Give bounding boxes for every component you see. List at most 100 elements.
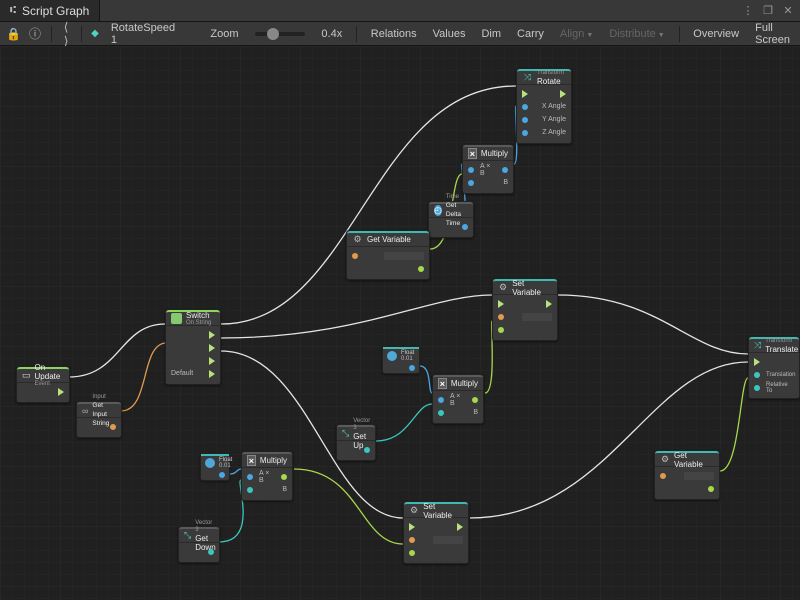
variable-field[interactable] <box>433 536 463 544</box>
out-port[interactable] <box>472 397 478 403</box>
chevron-down-icon: ▼ <box>586 32 593 39</box>
case-out-port[interactable] <box>209 357 215 365</box>
input-port[interactable] <box>522 130 528 136</box>
align-menu[interactable]: Align▼ <box>556 28 597 40</box>
input-port[interactable] <box>754 385 760 391</box>
node-float-literal[interactable]: Float 0.01 <box>382 346 420 374</box>
out-port[interactable] <box>219 472 225 478</box>
b-in-port[interactable] <box>468 180 474 186</box>
case-out-port[interactable] <box>209 331 215 339</box>
dim-toggle[interactable]: Dim <box>477 28 505 40</box>
node-title: Multiply <box>260 456 287 465</box>
value-out-port[interactable] <box>418 266 424 272</box>
case-out-port[interactable] <box>209 344 215 352</box>
node-get-variable[interactable]: ⚙ Get Variable <box>654 450 720 500</box>
value-in-port[interactable] <box>409 550 415 556</box>
value-in-port[interactable] <box>498 327 504 333</box>
node-transform-rotate[interactable]: ⤨ Transform Rotate X Angle Y Angle Z Ang… <box>516 68 572 144</box>
flow-out-port[interactable] <box>546 300 552 308</box>
tab-title: Script Graph <box>22 4 89 18</box>
multiply-icon: × <box>468 148 477 159</box>
event-icon: ▭ <box>22 370 31 381</box>
b-in-port[interactable] <box>438 410 444 416</box>
a-in-port[interactable] <box>438 397 444 403</box>
node-vector3-get-up[interactable]: ⤡ Vector 3 Get Up <box>336 424 376 461</box>
input-port[interactable] <box>522 104 528 110</box>
out-port[interactable] <box>502 167 508 173</box>
variable-field[interactable] <box>522 313 552 321</box>
close-button[interactable]: ✕ <box>780 4 796 17</box>
flow-out-port[interactable] <box>58 388 64 396</box>
a-in-port[interactable] <box>247 474 253 480</box>
string-out-port[interactable] <box>110 424 116 430</box>
node-float-literal[interactable]: Float 0.01 <box>200 453 230 481</box>
frame-all-icon[interactable]: ⟨ ⟩ <box>62 20 71 48</box>
overview-button[interactable]: Overview <box>689 28 743 40</box>
zoom-slider[interactable] <box>255 32 306 36</box>
node-switch-on-string[interactable]: Switch On String Default <box>165 309 221 385</box>
carry-toggle[interactable]: Carry <box>513 28 548 40</box>
float-icon <box>387 351 397 361</box>
a-in-port[interactable] <box>468 167 474 173</box>
name-in-port[interactable] <box>660 473 666 479</box>
variable-field[interactable] <box>384 252 424 260</box>
node-title: Set Variable <box>512 279 552 297</box>
info-icon[interactable]: ⓘ <box>29 25 41 42</box>
tab-bar: ⑆ Script Graph ⋮ ❐ ✕ <box>0 0 800 22</box>
flow-in-port[interactable] <box>409 523 415 531</box>
node-title: Set Variable <box>423 502 463 520</box>
distribute-menu[interactable]: Distribute▼ <box>605 28 668 40</box>
out-port[interactable] <box>208 549 214 555</box>
name-in-port[interactable] <box>409 537 415 543</box>
breadcrumb[interactable]: RotateSpeed 1 <box>107 22 179 46</box>
lock-icon[interactable]: 🔒 <box>6 27 21 41</box>
node-kicker: Transform <box>765 338 798 345</box>
b-in-port[interactable] <box>247 487 253 493</box>
node-transform-translate[interactable]: ⤨ Transform Translate Translation Relati… <box>748 336 800 399</box>
default-out-port[interactable] <box>209 370 215 378</box>
multiply-icon: × <box>438 378 447 389</box>
flow-in-port[interactable] <box>522 90 528 98</box>
node-set-variable[interactable]: ⚙ Set Variable <box>403 501 469 564</box>
node-set-variable[interactable]: ⚙ Set Variable <box>492 278 558 341</box>
zoom-thumb[interactable] <box>267 28 279 40</box>
out-port[interactable] <box>462 224 468 230</box>
out-port[interactable] <box>364 447 370 453</box>
name-in-port[interactable] <box>498 314 504 320</box>
gear-icon: ⚙ <box>660 454 670 465</box>
node-get-delta-time[interactable]: ◴ Time Get Delta Time <box>428 201 474 238</box>
flow-out-port[interactable] <box>457 523 463 531</box>
literal-value: 0.01 <box>401 356 414 362</box>
node-vector3-get-down[interactable]: ⤡ Vector 3 Get Down <box>178 526 220 563</box>
relations-toggle[interactable]: Relations <box>367 28 421 40</box>
toolbar: 🔒 ⓘ ⟨ ⟩ ◆ RotateSpeed 1 Zoom 0.4x Relati… <box>0 22 800 46</box>
out-port[interactable] <box>281 474 287 480</box>
flow-in-port[interactable] <box>754 358 760 366</box>
node-get-variable[interactable]: ⚙ Get Variable <box>346 230 430 280</box>
multiply-icon: × <box>247 455 256 466</box>
out-port[interactable] <box>409 365 415 371</box>
values-toggle[interactable]: Values <box>429 28 470 40</box>
node-on-update[interactable]: ▭ On Update Event <box>16 366 70 403</box>
name-in-port[interactable] <box>352 253 358 259</box>
fullscreen-button[interactable]: Full Screen <box>751 22 794 46</box>
tab-script-graph[interactable]: ⑆ Script Graph <box>0 0 100 21</box>
flow-in-port[interactable] <box>498 300 504 308</box>
input-port[interactable] <box>522 117 528 123</box>
node-title: On Update <box>35 363 64 381</box>
graph-canvas[interactable]: ▭ On Update Event ∞ Input Get Input Stri… <box>0 46 800 600</box>
node-get-input-string[interactable]: ∞ Input Get Input String <box>76 401 122 438</box>
node-multiply[interactable]: × Multiply A × B B <box>241 451 293 501</box>
link-icon: ∞ <box>82 405 88 416</box>
restore-button[interactable]: ❐ <box>760 4 776 17</box>
gear-icon: ⚙ <box>498 282 508 293</box>
more-button[interactable]: ⋮ <box>740 4 756 17</box>
node-multiply[interactable]: × Multiply A × B B <box>432 374 484 424</box>
literal-value: 0.01 <box>219 463 232 469</box>
vector-icon: ⤡ <box>184 530 191 541</box>
node-multiply[interactable]: × Multiply A × B B <box>462 144 514 194</box>
value-out-port[interactable] <box>708 486 714 492</box>
flow-out-port[interactable] <box>560 90 566 98</box>
variable-field[interactable] <box>684 472 714 480</box>
input-port[interactable] <box>754 372 760 378</box>
